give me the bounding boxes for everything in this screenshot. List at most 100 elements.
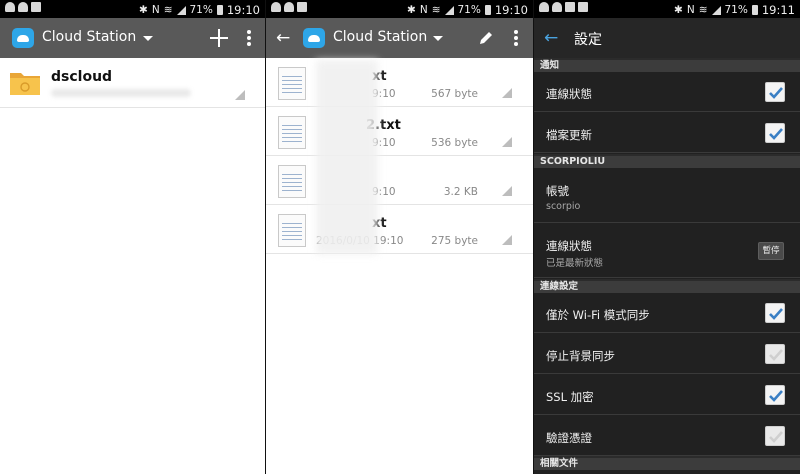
setting-label: 驗證憑證 [546,431,592,445]
checkbox-checked[interactable] [765,303,785,323]
text-file-icon [278,116,306,149]
cloud-notification-icon [539,2,549,12]
settings-screen: ✱ N ≋ 71% 19:11 ← 設定 通知 連線狀態 檔案更新 SCORPI… [534,0,800,474]
bluetooth-icon: ✱ [407,4,416,16]
cloud-notification-icon [271,2,281,12]
checkbox-checked[interactable] [765,82,785,102]
setting-ssl[interactable]: SSL 加密 [534,375,800,415]
checkmark-icon [769,390,783,402]
cloud-station-folder-screen: ✱ N ≋ 71% 19:10 ← Cloud Station xt 9:10 … [266,0,533,474]
battery-icon [751,5,758,15]
bluetooth-icon: ✱ [674,4,683,16]
battery-percent: 71% [724,4,748,16]
back-arrow-icon[interactable]: ← [276,29,290,47]
battery-percent: 71% [189,4,213,16]
item-corner-indicator [502,186,512,196]
chevron-down-icon[interactable] [433,36,443,41]
clock: 19:10 [226,3,260,17]
section-header-connection: 連線設定 [534,279,800,293]
cloud-notification-icon [552,2,562,12]
app-bar: ← Cloud Station [266,18,533,58]
nfc-icon: N [686,4,695,16]
setting-value: scorpio [546,201,581,212]
chevron-down-icon[interactable] [143,36,153,41]
file-size: 275 byte [431,235,478,247]
setting-account[interactable]: 帳號 scorpio [534,168,800,223]
status-bar: ✱ N ≋ 71% 19:10 [0,0,265,18]
file-size: 536 byte [431,137,478,149]
item-corner-indicator [235,90,245,100]
checkmark-icon [769,87,783,99]
checkbox-unchecked[interactable] [765,344,785,364]
page-title: 設定 [574,32,602,48]
app-title[interactable]: Cloud Station [333,29,427,45]
clock: 19:10 [494,3,528,17]
image-notification-icon [578,2,588,12]
setting-verify-cert[interactable]: 驗證憑證 [534,416,800,456]
image-notification-icon [297,2,307,12]
section-header-notify: 通知 [534,58,800,72]
image-notification-icon [31,2,41,12]
app-title[interactable]: Cloud Station [42,29,136,45]
setting-label: 連線狀態 [546,239,592,253]
checkbox-checked[interactable] [765,123,785,143]
setting-conn-status[interactable]: 連線狀態 [534,72,800,112]
checkbox-checked[interactable] [765,385,785,405]
back-arrow-icon[interactable]: ← [544,29,558,47]
checkmark-icon [769,431,783,443]
section-header-related: 相關文件 [534,456,800,470]
edit-pencil-icon[interactable] [478,30,494,46]
file-row[interactable]: xt 9:10 567 byte [266,58,533,107]
image-notification-icon [565,2,575,12]
file-row[interactable]: 9:10 3.2 KB [266,156,533,205]
file-row[interactable]: 2.txt 9:10 536 byte [266,107,533,156]
checkmark-icon [769,349,783,361]
clock: 19:11 [761,3,795,17]
text-file-icon [278,165,306,198]
setting-label: SSL 加密 [546,390,594,404]
file-row[interactable]: xt 2016/0/10 19:10 275 byte [266,205,533,254]
setting-label: 檔案更新 [546,128,592,142]
text-file-icon [278,67,306,100]
signal-icon [711,5,721,15]
signal-icon [444,5,454,15]
folder-name: dscloud [51,69,113,85]
setting-label: 連線狀態 [546,87,592,101]
status-bar: ✱ N ≋ 71% 19:10 [266,0,533,18]
add-icon[interactable] [210,29,228,47]
pause-button[interactable]: 暫停 [758,242,784,260]
file-size: 3.2 KB [443,186,478,198]
folder-icon [10,73,40,95]
overflow-menu-icon[interactable] [514,30,518,46]
cloud-notification-icon [5,2,15,12]
app-bar: ← 設定 [534,18,800,58]
setting-file-update[interactable]: 檔案更新 [534,113,800,153]
cloud-notification-icon [18,2,28,12]
wifi-icon: ≋ [163,4,173,16]
setting-label: 僅於 Wi-Fi 模式同步 [546,308,650,322]
signal-icon [176,5,186,15]
battery-percent: 71% [457,4,481,16]
overflow-menu-icon[interactable] [247,30,251,46]
bluetooth-icon: ✱ [139,4,148,16]
nfc-icon: N [151,4,160,16]
setting-value: 已是最新狀態 [546,258,604,269]
cloud-station-root-screen: ✱ N ≋ 71% 19:10 Cloud Station dscloud [0,0,265,474]
cloud-station-logo-icon [12,28,34,48]
status-bar: ✱ N ≋ 71% 19:11 [534,0,800,18]
wifi-icon: ≋ [698,4,708,16]
setting-wifi-only[interactable]: 僅於 Wi-Fi 模式同步 [534,293,800,333]
text-file-icon [278,214,306,247]
setting-stop-bg-sync[interactable]: 停止背景同步 [534,334,800,374]
item-corner-indicator [502,88,512,98]
checkmark-icon [769,308,783,320]
checkbox-unchecked[interactable] [765,426,785,446]
redacted-folder-details [51,89,191,97]
item-corner-indicator [502,235,512,245]
file-size: 567 byte [431,88,478,100]
battery-icon [216,5,223,15]
nfc-icon: N [419,4,428,16]
folder-row[interactable]: dscloud [0,58,265,108]
cloud-station-logo-icon [303,28,325,48]
checkmark-icon [769,128,783,140]
